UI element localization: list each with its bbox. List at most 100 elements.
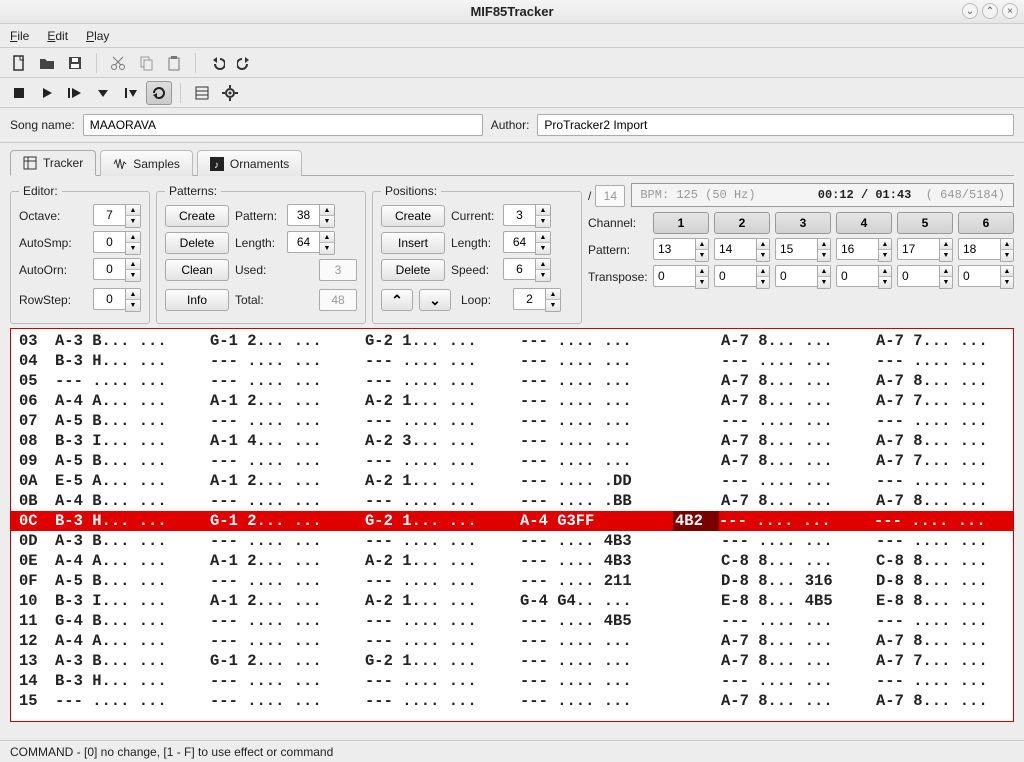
tracker-row[interactable]: 11G-4 B... ...--- .... ...--- .... ...--… (11, 611, 1013, 631)
chtr-6[interactable] (958, 265, 1000, 287)
tracker-row[interactable]: 03A-3 B... ...G-1 2... ...G-2 1... ...--… (11, 331, 1013, 351)
channel-5[interactable]: 5 (897, 212, 953, 234)
position-insert-button[interactable]: Insert (381, 232, 445, 254)
tracker-row[interactable]: 15--- .... ...--- .... ...--- .... ...--… (11, 691, 1013, 711)
close-button[interactable]: × (1002, 3, 1018, 19)
tracker-row[interactable]: 06A-4 A... ...A-1 2... ...A-2 1... ...--… (11, 391, 1013, 411)
save-file-icon[interactable] (62, 51, 88, 75)
autoorn-down[interactable]: ▼ (126, 270, 140, 281)
loop-input[interactable] (513, 288, 545, 310)
speed-input[interactable] (503, 258, 535, 280)
tracker-row[interactable]: 12A-4 A... ...--- .... ...--- .... ...--… (11, 631, 1013, 651)
dropdown-icon[interactable] (90, 81, 116, 105)
tracker-row[interactable]: 0EA-4 A... ...A-1 2... ...A-2 1... ...--… (11, 551, 1013, 571)
current-input[interactable] (503, 204, 535, 226)
pattern-input[interactable] (287, 204, 319, 226)
position-next-button[interactable]: ⌄ (419, 289, 451, 311)
author-input[interactable] (537, 114, 1014, 136)
autoorn-input[interactable] (93, 258, 125, 280)
autosmp-input[interactable] (93, 231, 125, 253)
autoorn-up[interactable]: ▲ (126, 259, 140, 270)
menu-file[interactable]: File (10, 29, 29, 43)
tracker-row[interactable]: 0CB-3 H... ...G-1 2... ...G-2 1... ...A-… (11, 511, 1013, 531)
speed-up[interactable]: ▲ (536, 259, 550, 270)
plength-down[interactable]: ▼ (320, 243, 334, 254)
chtr-4[interactable] (836, 265, 878, 287)
rowstep-input[interactable] (93, 288, 125, 310)
position-prev-button[interactable]: ⌃ (381, 289, 413, 311)
plength-input[interactable] (287, 231, 319, 253)
settings-icon[interactable] (217, 81, 243, 105)
channel-2[interactable]: 2 (714, 212, 770, 234)
plength-up[interactable]: ▲ (320, 232, 334, 243)
octave-input[interactable] (93, 204, 125, 226)
pattern-clean-button[interactable]: Clean (165, 259, 229, 281)
pattern-down[interactable]: ▼ (320, 216, 334, 227)
chpat-2[interactable] (714, 238, 756, 260)
chtr-5[interactable] (897, 265, 939, 287)
speed-down[interactable]: ▼ (536, 270, 550, 281)
octave-up[interactable]: ▲ (126, 205, 140, 216)
loop-up[interactable]: ▲ (546, 289, 560, 300)
minimize-button[interactable]: ⌄ (962, 3, 978, 19)
poslength-down[interactable]: ▼ (536, 243, 550, 254)
channel-4[interactable]: 4 (836, 212, 892, 234)
pattern-up[interactable]: ▲ (320, 205, 334, 216)
tracker-row[interactable]: 0FA-5 B... ...--- .... ...--- .... ...--… (11, 571, 1013, 591)
chpat-4[interactable] (836, 238, 878, 260)
current-up[interactable]: ▲ (536, 205, 550, 216)
maximize-button[interactable]: ⌃ (982, 3, 998, 19)
position-delete-button[interactable]: Delete (381, 259, 445, 281)
autosmp-up[interactable]: ▲ (126, 232, 140, 243)
octave-down[interactable]: ▼ (126, 216, 140, 227)
copy-icon[interactable] (133, 51, 159, 75)
new-file-icon[interactable] (6, 51, 32, 75)
menu-play[interactable]: Play (86, 29, 109, 43)
manager-icon[interactable] (189, 81, 215, 105)
poslength-input[interactable] (503, 231, 535, 253)
tracker-row[interactable]: 10B-3 I... ...A-1 2... ...A-2 1... ...G-… (11, 591, 1013, 611)
pattern-info-button[interactable]: Info (165, 289, 229, 311)
pattern-create-button[interactable]: Create (165, 205, 229, 227)
loop-down[interactable]: ▼ (546, 300, 560, 311)
tab-tracker[interactable]: Tracker (10, 150, 96, 176)
tracker-grid[interactable]: 03A-3 B... ...G-1 2... ...G-2 1... ...--… (10, 328, 1014, 722)
rowstep-up[interactable]: ▲ (126, 289, 140, 300)
chpat-5[interactable] (897, 238, 939, 260)
pattern-delete-button[interactable]: Delete (165, 232, 229, 254)
dropdown-small-icon[interactable] (118, 81, 144, 105)
channel-1[interactable]: 1 (653, 212, 709, 234)
tracker-row[interactable]: 0AE-5 A... ...A-1 2... ...A-2 1... ...--… (11, 471, 1013, 491)
redo-icon[interactable] (232, 51, 258, 75)
tracker-row[interactable]: 13A-3 B... ...G-1 2... ...G-2 1... ...--… (11, 651, 1013, 671)
tracker-row[interactable]: 09A-5 B... ...--- .... ...--- .... ...--… (11, 451, 1013, 471)
position-create-button[interactable]: Create (381, 205, 445, 227)
tab-samples[interactable]: Samples (100, 150, 193, 176)
tracker-row[interactable]: 0DA-3 B... ...--- .... ...--- .... ...--… (11, 531, 1013, 551)
paste-icon[interactable] (161, 51, 187, 75)
play-icon[interactable] (34, 81, 60, 105)
chpat-1[interactable] (653, 238, 695, 260)
song-name-input[interactable] (83, 114, 483, 136)
play-pattern-icon[interactable] (62, 81, 88, 105)
tracker-row[interactable]: 14B-3 H... ...--- .... ...--- .... ...--… (11, 671, 1013, 691)
current-down[interactable]: ▼ (536, 216, 550, 227)
tracker-row[interactable]: 04B-3 H... ...--- .... ...--- .... ...--… (11, 351, 1013, 371)
chtr-2[interactable] (714, 265, 756, 287)
channel-6[interactable]: 6 (958, 212, 1014, 234)
chtr-3[interactable] (775, 265, 817, 287)
chpat-3[interactable] (775, 238, 817, 260)
tracker-row[interactable]: 05--- .... ...--- .... ...--- .... ...--… (11, 371, 1013, 391)
rowstep-down[interactable]: ▼ (126, 300, 140, 311)
poslength-up[interactable]: ▲ (536, 232, 550, 243)
open-file-icon[interactable] (34, 51, 60, 75)
tracker-row[interactable]: 07A-5 B... ...--- .... ...--- .... ...--… (11, 411, 1013, 431)
tracker-row[interactable]: 0BA-4 B... ...--- .... ...--- .... ...--… (11, 491, 1013, 511)
channel-3[interactable]: 3 (775, 212, 831, 234)
chpat-6[interactable] (958, 238, 1000, 260)
loop-icon[interactable] (146, 81, 172, 105)
undo-icon[interactable] (204, 51, 230, 75)
stop-icon[interactable] (6, 81, 32, 105)
cut-icon[interactable] (105, 51, 131, 75)
menu-edit[interactable]: Edit (47, 29, 68, 43)
